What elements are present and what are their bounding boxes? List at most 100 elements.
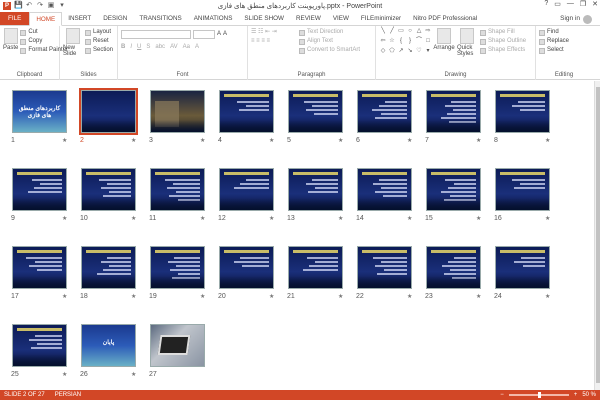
slide-thumbnail[interactable] bbox=[81, 246, 136, 289]
new-slide-button[interactable]: New Slide bbox=[63, 28, 83, 57]
diamond-shape-icon[interactable]: ◇ bbox=[379, 48, 387, 55]
transition-star-icon[interactable]: ★ bbox=[131, 371, 136, 378]
slide-thumbnail[interactable] bbox=[219, 168, 274, 211]
slide-thumbnail[interactable] bbox=[495, 246, 550, 289]
strikethrough-button[interactable]: abc bbox=[155, 43, 165, 52]
tab-slide-show[interactable]: SLIDE SHOW bbox=[238, 12, 290, 25]
transition-star-icon[interactable]: ★ bbox=[338, 137, 343, 144]
arrow-shape-icon[interactable]: ⇦ bbox=[379, 38, 387, 45]
transition-star-icon[interactable]: ★ bbox=[62, 137, 67, 144]
convert-smartart-button[interactable]: Convert to SmartArt bbox=[299, 46, 360, 55]
shrink-font-icon[interactable]: A bbox=[223, 30, 227, 39]
tab-fileminimizer[interactable]: FILEminimizer bbox=[355, 12, 407, 25]
restore-icon[interactable]: ❐ bbox=[580, 0, 586, 8]
curve-shape-icon[interactable]: ⌒ bbox=[415, 38, 423, 45]
select-button[interactable]: Select bbox=[539, 46, 589, 55]
grow-font-icon[interactable]: A bbox=[217, 30, 221, 39]
transition-star-icon[interactable]: ★ bbox=[62, 371, 67, 378]
transition-star-icon[interactable]: ★ bbox=[476, 293, 481, 300]
paste-button[interactable]: Paste bbox=[3, 28, 18, 55]
shape-outline-button[interactable]: Shape Outline bbox=[480, 37, 526, 46]
transition-star-icon[interactable]: ★ bbox=[545, 137, 550, 144]
vertical-scrollbar[interactable] bbox=[594, 81, 600, 390]
slide-thumbnail[interactable] bbox=[357, 168, 412, 211]
customize-qat-icon[interactable]: ▾ bbox=[58, 2, 66, 10]
tab-design[interactable]: DESIGN bbox=[97, 12, 133, 25]
italic-button[interactable]: I bbox=[130, 43, 132, 52]
font-size-box[interactable] bbox=[193, 30, 215, 39]
slide-thumbnail[interactable] bbox=[426, 246, 481, 289]
transition-star-icon[interactable]: ★ bbox=[338, 215, 343, 222]
star-shape-icon[interactable]: ☆ bbox=[388, 38, 396, 45]
slide-thumbnail[interactable] bbox=[288, 90, 343, 133]
slide-thumbnail[interactable] bbox=[79, 88, 138, 135]
zoom-slider-knob[interactable] bbox=[537, 392, 541, 398]
transition-star-icon[interactable]: ★ bbox=[131, 137, 136, 144]
zoom-slider[interactable] bbox=[508, 392, 569, 398]
slide-thumbnail[interactable] bbox=[81, 168, 136, 211]
language-indicator[interactable]: PERSIAN bbox=[55, 390, 81, 400]
arrow-shape-icon[interactable]: ⇨ bbox=[424, 28, 432, 35]
slide-thumbnail[interactable]: پایان bbox=[81, 324, 136, 367]
redo-icon[interactable]: ↷ bbox=[36, 2, 44, 10]
slideshow-icon[interactable]: ▣ bbox=[47, 2, 55, 10]
slide-thumbnail[interactable] bbox=[426, 168, 481, 211]
slide-thumbnail[interactable] bbox=[150, 90, 205, 133]
transition-star-icon[interactable]: ★ bbox=[407, 215, 412, 222]
layout-button[interactable]: Layout bbox=[85, 28, 113, 37]
slide-thumbnail[interactable] bbox=[219, 246, 274, 289]
section-button[interactable]: Section bbox=[85, 46, 113, 55]
save-icon[interactable]: 💾 bbox=[14, 2, 23, 10]
find-button[interactable]: Find bbox=[539, 28, 589, 37]
tab-nitro-pdf[interactable]: Nitro PDF Professional bbox=[407, 12, 483, 25]
zoom-level[interactable]: 50 % bbox=[582, 390, 596, 400]
transition-star-icon[interactable]: ★ bbox=[269, 137, 274, 144]
slide-thumbnail[interactable] bbox=[495, 168, 550, 211]
shape-fill-button[interactable]: Shape Fill bbox=[480, 28, 526, 37]
tab-file[interactable]: FILE bbox=[0, 12, 30, 25]
transition-star-icon[interactable]: ★ bbox=[476, 215, 481, 222]
transition-star-icon[interactable]: ★ bbox=[200, 293, 205, 300]
transition-star-icon[interactable]: ★ bbox=[545, 215, 550, 222]
transition-star-icon[interactable]: ★ bbox=[131, 293, 136, 300]
transition-star-icon[interactable]: ★ bbox=[200, 137, 205, 144]
undo-icon[interactable]: ↶ bbox=[25, 2, 33, 10]
tab-view[interactable]: VIEW bbox=[327, 12, 355, 25]
transition-star-icon[interactable]: ★ bbox=[62, 215, 67, 222]
tab-insert[interactable]: INSERT bbox=[62, 12, 97, 25]
slide-thumbnail[interactable] bbox=[288, 246, 343, 289]
font-name-box[interactable] bbox=[121, 30, 191, 39]
replace-button[interactable]: Replace bbox=[539, 37, 589, 46]
zoom-out-icon[interactable]: − bbox=[500, 390, 504, 400]
transition-star-icon[interactable]: ★ bbox=[338, 293, 343, 300]
square-shape-icon[interactable]: □ bbox=[424, 38, 432, 45]
tab-home[interactable]: HOME bbox=[29, 12, 63, 26]
line-shape-icon[interactable]: ╱ bbox=[388, 28, 396, 35]
slide-thumbnail[interactable] bbox=[357, 90, 412, 133]
arrange-button[interactable]: Arrange bbox=[433, 28, 455, 57]
align-text-button[interactable]: Align Text bbox=[299, 37, 360, 46]
transition-star-icon[interactable]: ★ bbox=[131, 215, 136, 222]
close-icon[interactable]: ✕ bbox=[592, 0, 598, 8]
heart-shape-icon[interactable]: ♡ bbox=[415, 48, 423, 55]
slide-thumbnail[interactable] bbox=[357, 246, 412, 289]
slide-thumbnail[interactable] bbox=[150, 324, 205, 367]
slide-thumbnail[interactable] bbox=[12, 168, 67, 211]
text-direction-button[interactable]: Text Direction bbox=[299, 28, 360, 37]
ribbon-display-icon[interactable]: ▭ bbox=[554, 0, 561, 8]
quick-styles-button[interactable]: Quick Styles bbox=[457, 28, 477, 57]
transition-star-icon[interactable]: ★ bbox=[545, 293, 550, 300]
reset-button[interactable]: Reset bbox=[85, 37, 113, 46]
shapes-gallery[interactable]: ╲ ╱ ▭ ○ △ ⇨ ⇦ ☆{} ⌒ □ ◇ ⬠ ↗ ↘ ♡ ▾ bbox=[379, 28, 431, 57]
arrow-shape-icon[interactable]: ↘ bbox=[406, 48, 414, 55]
rect-shape-icon[interactable]: ▭ bbox=[397, 28, 405, 35]
slide-thumbnail[interactable] bbox=[150, 246, 205, 289]
oval-shape-icon[interactable]: ○ bbox=[406, 28, 414, 35]
change-case-button[interactable]: Aa bbox=[183, 43, 190, 52]
triangle-shape-icon[interactable]: △ bbox=[415, 28, 423, 35]
char-spacing-button[interactable]: AV bbox=[170, 43, 178, 52]
slide-thumbnail[interactable] bbox=[426, 90, 481, 133]
slide-thumbnail[interactable] bbox=[495, 90, 550, 133]
slide-thumbnail[interactable] bbox=[288, 168, 343, 211]
slide-thumbnail[interactable] bbox=[12, 246, 67, 289]
